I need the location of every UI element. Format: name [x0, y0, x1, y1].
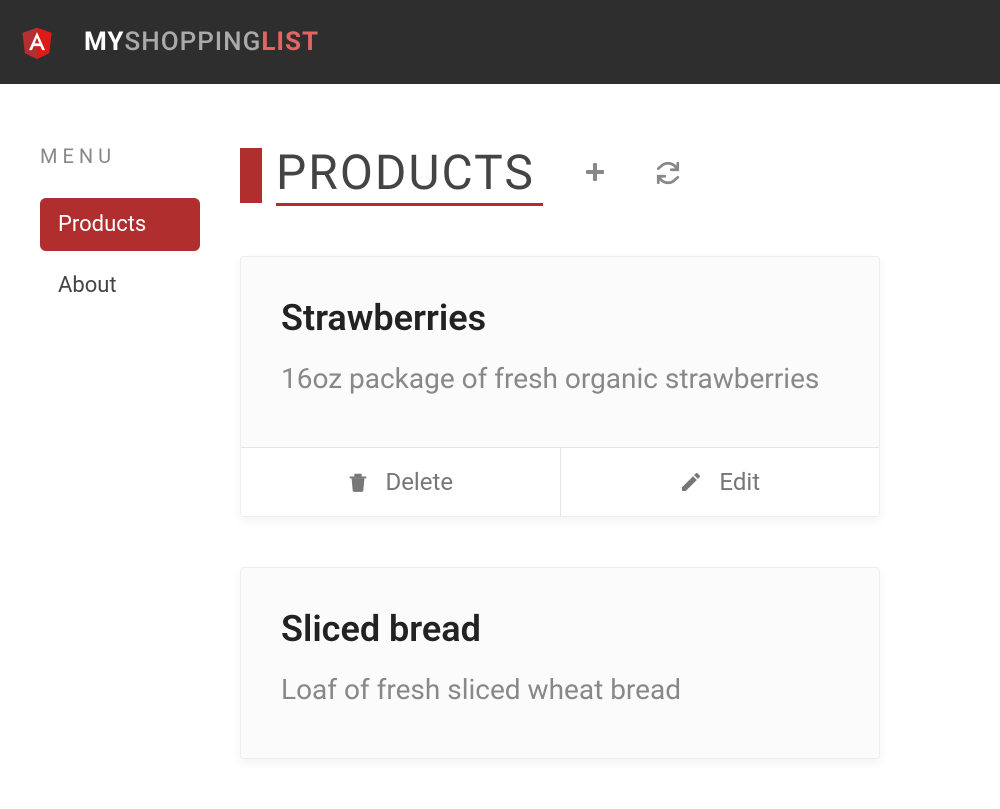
delete-button[interactable]: Delete	[241, 448, 561, 516]
app-header: MYSHOPPINGLIST	[0, 0, 1000, 84]
plus-icon	[583, 160, 607, 184]
product-card: Sliced bread Loaf of fresh sliced wheat …	[240, 567, 880, 759]
sidebar-item-about[interactable]: About	[40, 259, 200, 312]
page-header: PRODUCTS	[240, 144, 880, 206]
accent-bar	[240, 148, 262, 203]
product-card: Strawberries 16oz package of fresh organ…	[240, 256, 880, 517]
refresh-button[interactable]	[655, 160, 681, 190]
sidebar-item-label: About	[58, 273, 117, 298]
edit-icon	[679, 470, 703, 494]
sidebar-item-label: Products	[58, 212, 146, 237]
menu-heading: MENU	[40, 144, 200, 168]
angular-logo-icon	[20, 23, 54, 61]
product-description: Loaf of fresh sliced wheat bread	[281, 668, 839, 713]
brand-title: MYSHOPPINGLIST	[84, 27, 319, 57]
page-title: PRODUCTS	[276, 144, 543, 206]
refresh-icon	[655, 160, 681, 186]
delete-label: Delete	[385, 468, 453, 496]
edit-button[interactable]: Edit	[561, 448, 880, 516]
add-product-button[interactable]	[583, 160, 607, 190]
sidebar: MENU Products About	[40, 144, 200, 809]
product-title: Sliced bread	[281, 608, 839, 650]
trash-icon	[347, 470, 369, 494]
product-description: 16oz package of fresh organic strawberri…	[281, 357, 839, 402]
brand-part-my: MY	[84, 27, 125, 57]
sidebar-item-products[interactable]: Products	[40, 198, 200, 251]
brand-part-shopping: SHOPPING	[125, 27, 262, 57]
main-content: PRODUCTS	[240, 144, 880, 809]
brand-part-list: LIST	[261, 27, 319, 57]
product-title: Strawberries	[281, 297, 839, 339]
edit-label: Edit	[719, 468, 760, 496]
